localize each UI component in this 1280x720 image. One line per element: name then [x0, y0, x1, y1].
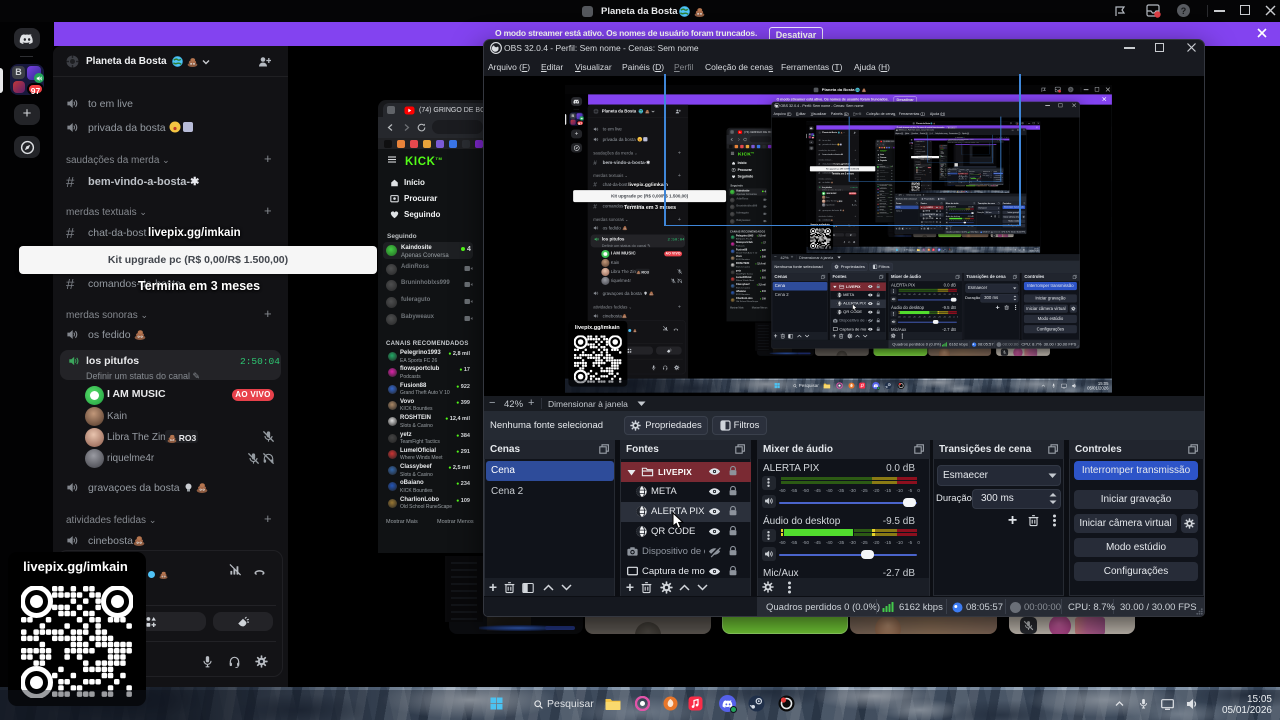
- svg-text:?: ?: [1022, 123, 1023, 125]
- svg-text:?: ?: [1181, 6, 1187, 16]
